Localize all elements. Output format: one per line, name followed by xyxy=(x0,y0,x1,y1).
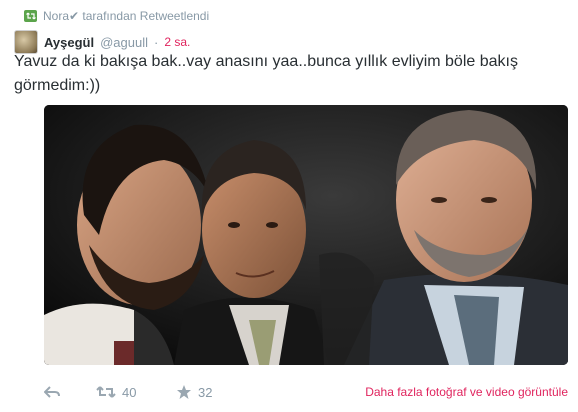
retweet-context: Nora✔ tarafından Retweetlendi xyxy=(24,9,209,23)
tweet-photo[interactable] xyxy=(44,105,568,365)
retweet-context-text[interactable]: Nora✔ tarafından Retweetlendi xyxy=(43,9,209,23)
tweet-text: Yavuz da ki bakışa bak..vay anasını yaa.… xyxy=(14,53,518,94)
reply-button[interactable] xyxy=(44,386,96,398)
favorite-count: 32 xyxy=(198,384,213,400)
author-handle[interactable]: @aguull xyxy=(100,35,148,50)
favorite-button[interactable]: 32 xyxy=(176,384,212,400)
retweet-count: 40 xyxy=(122,384,137,400)
reply-icon xyxy=(44,386,60,398)
tweet-actions: 40 32 Daha fazla fotoğraf ve video görün… xyxy=(44,384,568,400)
retweet-icon xyxy=(96,386,116,398)
view-more-media-link[interactable]: Daha fazla fotoğraf ve video görüntüle xyxy=(365,385,568,399)
header-separator: · xyxy=(154,34,159,50)
retweet-icon xyxy=(24,10,37,22)
retweet-button[interactable]: 40 xyxy=(96,385,176,400)
photo-illustration xyxy=(44,105,568,365)
author-fullname[interactable]: Ayşegül xyxy=(44,35,94,50)
tweet-timestamp[interactable]: 2 sa. xyxy=(164,35,190,49)
star-icon xyxy=(177,385,191,399)
